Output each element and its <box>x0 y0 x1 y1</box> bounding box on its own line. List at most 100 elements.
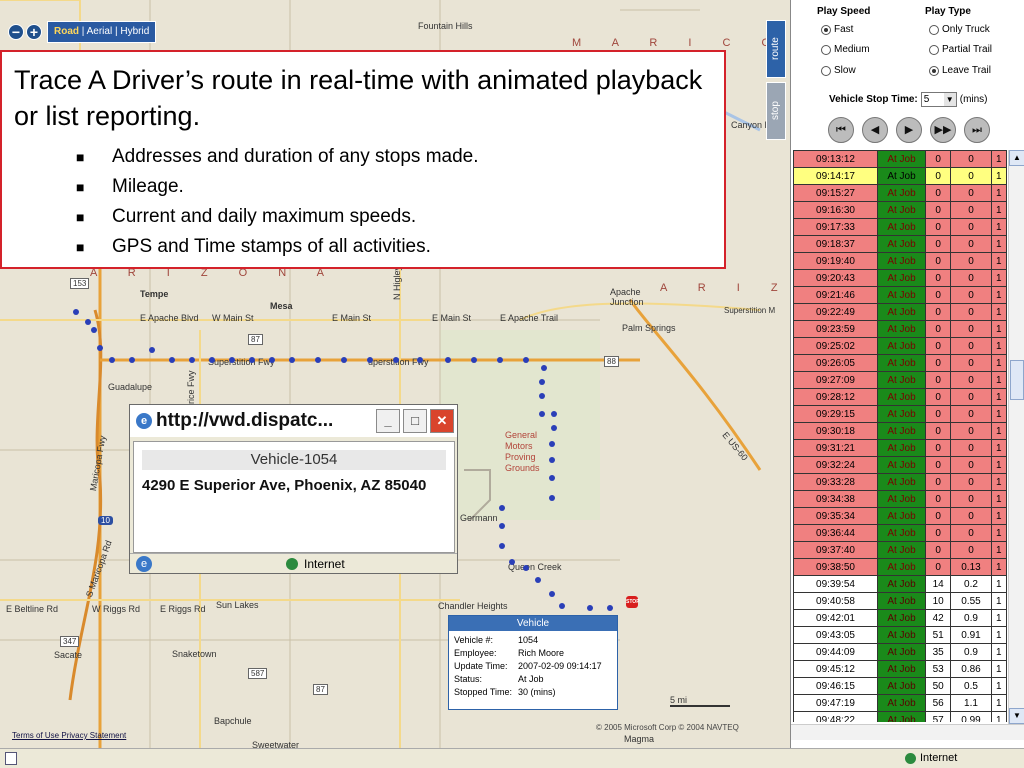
event-row[interactable]: 09:43:05 At Job 51 0.91 1 <box>793 626 1007 644</box>
skip-end-button[interactable]: ⏭ <box>964 117 990 143</box>
event-row[interactable]: 09:33:28 At Job 0 0 1 <box>793 473 1007 491</box>
stop-sign-icon[interactable]: STOP <box>626 596 640 608</box>
event-row[interactable]: 09:45:12 At Job 53 0.86 1 <box>793 660 1007 678</box>
event-row[interactable]: 09:20:43 At Job 0 0 1 <box>793 269 1007 287</box>
type-partial-trail-radio[interactable]: Partial Trail <box>929 44 992 55</box>
vehicle-info-key: Update Time: <box>454 661 508 671</box>
event-row[interactable]: 09:13:12 At Job 0 0 1 <box>793 150 1007 168</box>
event-row[interactable]: 09:18:37 At Job 0 0 1 <box>793 235 1007 253</box>
minimize-button[interactable]: _ <box>376 409 400 433</box>
event-row[interactable]: 09:26:05 At Job 0 0 1 <box>793 354 1007 372</box>
speed-fast-radio[interactable]: Fast <box>821 24 853 35</box>
event-row[interactable]: 09:19:40 At Job 0 0 1 <box>793 252 1007 270</box>
event-row[interactable]: 09:27:09 At Job 0 0 1 <box>793 371 1007 389</box>
window-buttons: _ □ ✕ <box>376 409 454 433</box>
event-row[interactable]: 09:47:19 At Job 56 1.1 1 <box>793 694 1007 712</box>
event-speed: 0 <box>924 405 952 423</box>
event-mileage: 0 <box>950 439 992 457</box>
event-row[interactable]: 09:44:09 At Job 35 0.9 1 <box>793 643 1007 661</box>
skip-back-button[interactable]: ⏮ <box>828 117 854 143</box>
speed-medium-radio[interactable]: Medium <box>821 44 870 55</box>
event-mileage: 0 <box>950 507 992 525</box>
event-row[interactable]: 09:36:44 At Job 0 0 1 <box>793 524 1007 542</box>
speed-slow-radio[interactable]: Slow <box>821 65 856 76</box>
event-speed: 0 <box>924 201 952 219</box>
horizontal-scrollbar[interactable] <box>791 724 1024 740</box>
event-row[interactable]: 09:42:01 At Job 42 0.9 1 <box>793 609 1007 627</box>
event-count: 1 <box>990 405 1007 423</box>
callout-bullet-text: Addresses and duration of any stops made… <box>112 146 479 167</box>
zoom-out-button[interactable]: − <box>8 24 24 40</box>
event-mileage: 0 <box>950 456 992 474</box>
popup-title-bar[interactable]: e http://vwd.dispatc... _ □ ✕ <box>130 405 457 437</box>
event-time: 09:46:15 <box>793 677 878 695</box>
event-row[interactable]: 09:48:22 At Job 57 0.99 1 <box>793 711 1007 722</box>
tab-stop[interactable]: stop <box>766 82 786 140</box>
event-row[interactable]: 09:17:33 At Job 0 0 1 <box>793 218 1007 236</box>
event-row[interactable]: 09:30:18 At Job 0 0 1 <box>793 422 1007 440</box>
privacy-link[interactable]: Privacy Statement <box>61 731 126 740</box>
type-only-truck-radio[interactable]: Only Truck <box>929 24 990 35</box>
close-button[interactable]: ✕ <box>430 409 454 433</box>
event-row[interactable]: 09:25:02 At Job 0 0 1 <box>793 337 1007 355</box>
tab-route[interactable]: route <box>766 20 786 78</box>
event-row[interactable]: 09:16:30 At Job 0 0 1 <box>793 201 1007 219</box>
map-type-road[interactable]: Road <box>54 26 79 37</box>
event-row[interactable]: 09:39:54 At Job 14 0.2 1 <box>793 575 1007 593</box>
event-row[interactable]: 09:22:49 At Job 0 0 1 <box>793 303 1007 321</box>
event-count: 1 <box>990 235 1007 253</box>
event-row[interactable]: 09:46:15 At Job 50 0.5 1 <box>793 677 1007 695</box>
map-label-guadalupe: Guadalupe <box>108 382 153 392</box>
playback-controls: Play Speed Play Type Fast Medium Slow On… <box>791 0 1024 146</box>
event-row[interactable]: 09:37:40 At Job 0 0 1 <box>793 541 1007 559</box>
event-status: At Job <box>877 609 926 627</box>
event-row[interactable]: 09:40:58 At Job 10 0.55 1 <box>793 592 1007 610</box>
page-icon <box>5 752 17 765</box>
event-mileage: 0 <box>950 524 992 542</box>
callout-bullet: ■ Addresses and duration of any stops mad… <box>76 142 712 172</box>
event-status: At Job <box>877 473 926 491</box>
event-status: At Job <box>877 184 926 202</box>
event-mileage: 0 <box>950 541 992 559</box>
terms-link[interactable]: Terms of Use <box>12 731 59 740</box>
route-87b-shield: 87 <box>313 684 328 695</box>
event-mileage: 0 <box>950 337 992 355</box>
event-mileage: 0.9 <box>950 643 992 661</box>
event-row[interactable]: 09:38:50 At Job 0 0.13 1 <box>793 558 1007 576</box>
event-count: 1 <box>990 201 1007 219</box>
map-type-aerial[interactable]: Aerial <box>87 26 113 37</box>
event-row[interactable]: 09:23:59 At Job 0 0 1 <box>793 320 1007 338</box>
stop-time-select[interactable]: 5 ▼ <box>920 92 957 107</box>
event-speed: 0 <box>924 473 952 491</box>
vehicle-info-key: Employee: <box>454 648 497 658</box>
step-forward-button[interactable]: ▶▶ <box>930 117 956 143</box>
event-time: 09:25:02 <box>793 337 878 355</box>
event-row[interactable]: 09:32:24 At Job 0 0 1 <box>793 456 1007 474</box>
map-label-palm-springs: Palm Springs <box>622 323 676 333</box>
type-leave-trail-radio[interactable]: Leave Trail <box>929 65 991 76</box>
step-back-button[interactable]: ◀ <box>862 117 888 143</box>
maximize-button[interactable]: □ <box>403 409 427 433</box>
play-button[interactable]: ▶ <box>896 117 922 143</box>
scroll-down-icon[interactable]: ▼ <box>1009 708 1024 724</box>
event-row[interactable]: 09:14:17 At Job 0 0 1 <box>793 167 1007 185</box>
event-speed: 51 <box>924 626 952 644</box>
event-status: At Job <box>877 167 926 185</box>
event-row[interactable]: 09:35:34 At Job 0 0 1 <box>793 507 1007 525</box>
event-row[interactable]: 09:15:27 At Job 0 0 1 <box>793 184 1007 202</box>
scroll-thumb[interactable] <box>1010 360 1024 400</box>
event-row[interactable]: 09:29:15 At Job 0 0 1 <box>793 405 1007 423</box>
event-row[interactable]: 09:28:12 At Job 0 0 1 <box>793 388 1007 406</box>
event-count: 1 <box>990 439 1007 457</box>
scroll-up-icon[interactable]: ▲ <box>1009 150 1024 166</box>
event-row[interactable]: 09:31:21 At Job 0 0 1 <box>793 439 1007 457</box>
route-10-shield: 10 <box>98 516 113 525</box>
event-count: 1 <box>990 337 1007 355</box>
map-type-hybrid[interactable]: Hybrid <box>120 26 149 37</box>
event-row[interactable]: 09:34:38 At Job 0 0 1 <box>793 490 1007 508</box>
vehicle-info-header: Vehicle <box>449 616 617 631</box>
event-speed: 0 <box>924 388 952 406</box>
event-list-scrollbar[interactable]: ▲ ▼ <box>1008 150 1024 724</box>
event-row[interactable]: 09:21:46 At Job 0 0 1 <box>793 286 1007 304</box>
zoom-in-button[interactable]: + <box>26 24 42 40</box>
